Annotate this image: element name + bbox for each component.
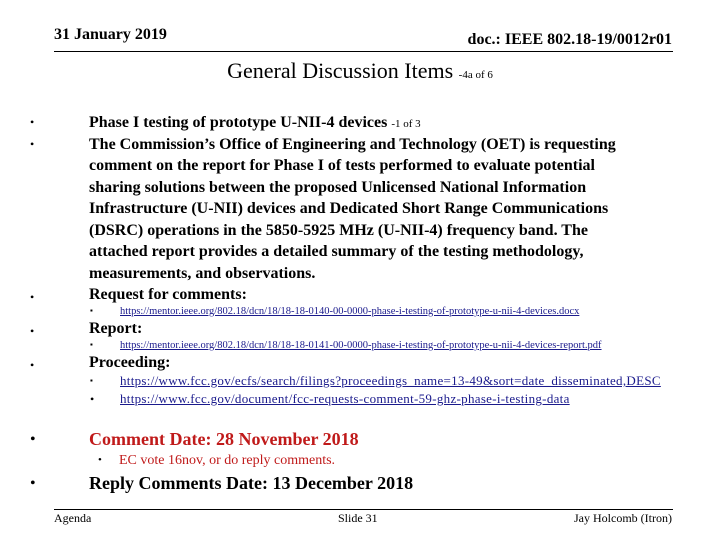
paragraph-line: The Commission’s Office of Engineering a… bbox=[89, 135, 616, 153]
comment-date-note-text: EC vote 16nov, or do reply comments. bbox=[119, 453, 336, 468]
bullet-dot: • bbox=[30, 115, 35, 129]
bullet-dot: • bbox=[30, 358, 35, 372]
footer-slide-number: Slide 31 bbox=[338, 511, 378, 525]
footer-author: Jay Holcomb (Itron) bbox=[574, 511, 672, 525]
bullet-text: Proceeding: bbox=[89, 354, 171, 371]
request-for-comments-link[interactable]: https://mentor.ieee.org/802.18/dcn/18/18… bbox=[120, 306, 579, 317]
sub-bullet-icon: ▪ bbox=[90, 306, 93, 315]
bullet-dot: • bbox=[30, 324, 35, 338]
sub-bullet-icon: ▪ bbox=[90, 376, 93, 385]
slide-title-suffix: -4a of 6 bbox=[458, 69, 493, 81]
sub-bullet-icon: ▪ bbox=[90, 340, 93, 349]
reply-date-text: Reply Comments Date: 13 December 2018 bbox=[89, 473, 414, 493]
footer-divider bbox=[54, 509, 673, 510]
bullet-note: -1 of 3 bbox=[391, 118, 421, 130]
bullet-text: Phase I testing of prototype U-NII-4 dev… bbox=[89, 114, 388, 131]
header-date: 31 January 2019 bbox=[54, 26, 167, 43]
proceeding-document-link[interactable]: https://www.fcc.gov/document/fcc-request… bbox=[120, 391, 570, 407]
bullet-text: Request for comments: bbox=[89, 286, 247, 303]
paragraph-line: (DSRC) operations in the 5850-5925 MHz (… bbox=[89, 221, 588, 239]
footer-left: Agenda bbox=[54, 511, 92, 525]
paragraph-line: sharing solutions between the proposed U… bbox=[89, 178, 587, 196]
bullet-dot: • bbox=[30, 431, 36, 448]
paragraph-line: measurements, and observations. bbox=[89, 264, 316, 282]
bullet-dot: • bbox=[30, 136, 35, 151]
proceeding-filings-link[interactable]: https://www.fcc.gov/ecfs/search/filings?… bbox=[120, 373, 661, 389]
header-doc-id: doc.: IEEE 802.18-19/0012r01 bbox=[467, 31, 672, 48]
slide-title-main: General Discussion Items bbox=[227, 58, 454, 83]
bullet-dot: • bbox=[30, 475, 36, 492]
paragraph-line: comment on the report for Phase I of tes… bbox=[89, 157, 595, 174]
paragraph-line: Infrastructure (U-NII) devices and Dedic… bbox=[89, 200, 609, 217]
sub-bullet-icon: • bbox=[90, 392, 95, 406]
slide-title: General Discussion Items -4a of 6 bbox=[0, 58, 720, 84]
header-divider bbox=[54, 51, 673, 52]
paragraph-line: attached report provides a detailed summ… bbox=[89, 243, 584, 260]
comment-date-text: Comment Date: 28 November 2018 bbox=[89, 429, 359, 449]
bullet-text: Report: bbox=[89, 320, 143, 337]
sub-bullet-icon: • bbox=[98, 454, 102, 466]
report-link[interactable]: https://mentor.ieee.org/802.18/dcn/18/18… bbox=[120, 340, 602, 351]
bullet-dot: • bbox=[30, 290, 35, 304]
